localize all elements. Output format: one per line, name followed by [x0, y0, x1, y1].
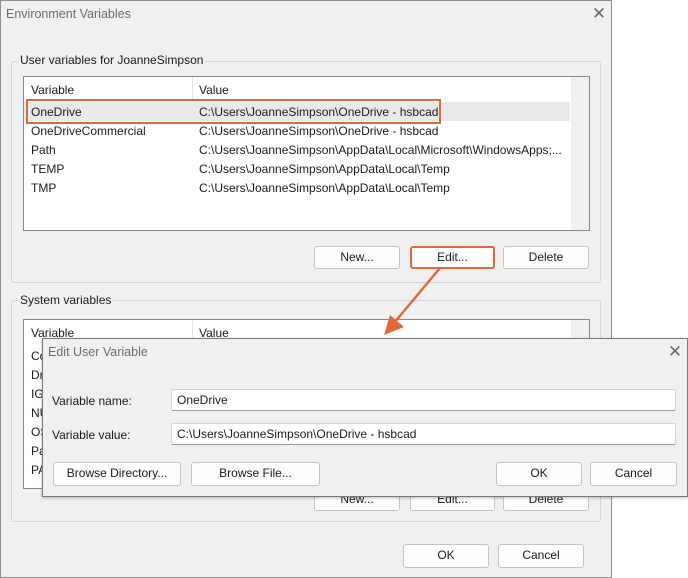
user-variables-label: User variables for JoanneSimpson — [18, 53, 206, 67]
dialog-cancel-button[interactable]: Cancel — [590, 462, 677, 486]
selected-row-highlight — [26, 99, 441, 124]
row-variable: TEMP — [31, 162, 65, 176]
table-row[interactable]: TMP C:\Users\JoanneSimpson\AppData\Local… — [24, 178, 570, 197]
dialog-ok-button[interactable]: OK — [496, 462, 582, 486]
dialog-title: Edit User Variable — [48, 345, 148, 359]
close-icon[interactable]: ✕ — [666, 343, 684, 361]
browse-directory-button[interactable]: Browse Directory... — [53, 462, 181, 486]
variable-name-label: Variable name: — [52, 394, 132, 408]
column-header-variable[interactable]: Variable — [31, 83, 74, 97]
ok-button[interactable]: OK — [403, 544, 489, 568]
table-row[interactable]: TEMP C:\Users\JoanneSimpson\AppData\Loca… — [24, 159, 570, 178]
variable-name-input[interactable]: OneDrive — [171, 389, 676, 411]
arrow-icon — [384, 267, 441, 335]
column-header-value[interactable]: Value — [199, 83, 229, 97]
variable-value-input[interactable]: C:\Users\JoanneSimpson\OneDrive - hsbcad — [171, 423, 676, 445]
edit-user-variable-dialog: Edit User Variable ✕ Variable name: OneD… — [42, 338, 688, 497]
table-row[interactable]: Path C:\Users\JoanneSimpson\AppData\Loca… — [24, 140, 570, 159]
window-title: Environment Variables — [6, 7, 131, 21]
row-variable: TMP — [31, 181, 57, 195]
variable-value-label: Variable value: — [52, 428, 131, 442]
user-delete-button[interactable]: Delete — [503, 246, 589, 269]
list-header: Variable Value — [24, 77, 589, 100]
system-variables-label: System variables — [18, 293, 114, 307]
cancel-button[interactable]: Cancel — [498, 544, 584, 568]
row-value: C:\Users\JoanneSimpson\OneDrive - hsbcad — [199, 124, 439, 138]
row-value: C:\Users\JoanneSimpson\AppData\Local\Tem… — [199, 162, 450, 176]
row-variable: Path — [31, 143, 56, 157]
row-value: C:\Users\JoanneSimpson\AppData\Local\Mic… — [199, 143, 562, 157]
row-variable: OneDriveCommercial — [31, 124, 146, 138]
close-icon[interactable]: ✕ — [590, 5, 608, 23]
browse-file-button[interactable]: Browse File... — [191, 462, 320, 486]
scrollbar[interactable] — [571, 77, 589, 230]
row-value: C:\Users\JoanneSimpson\AppData\Local\Tem… — [199, 181, 450, 195]
